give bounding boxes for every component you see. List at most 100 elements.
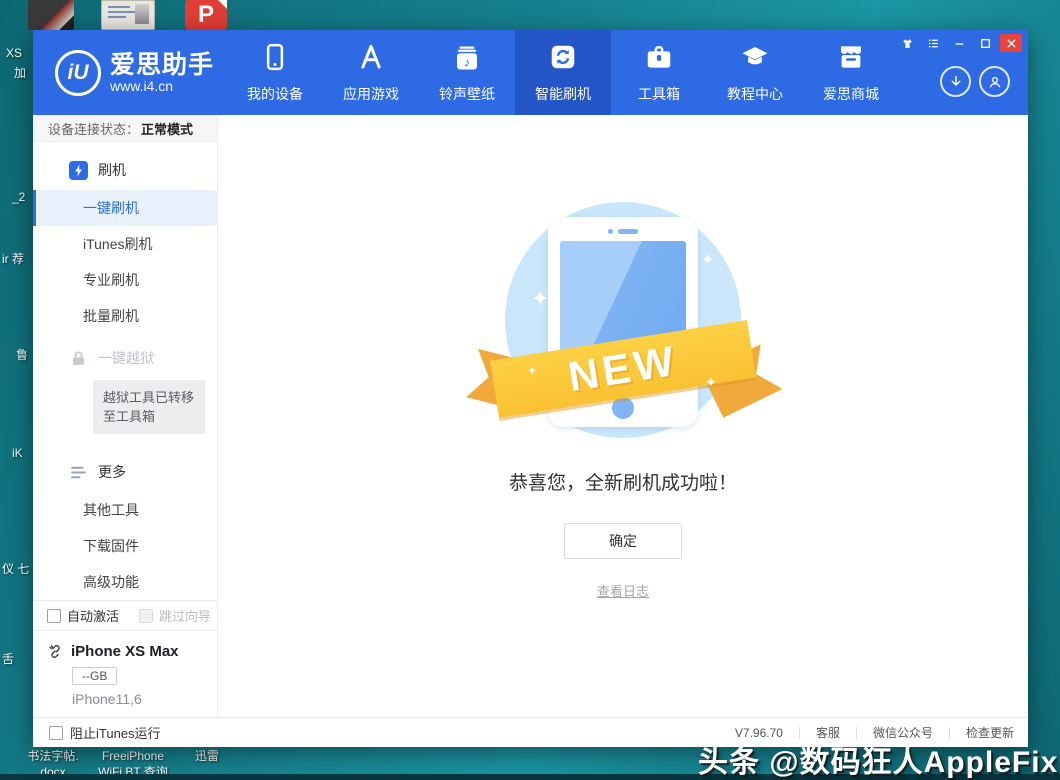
nav-label: 我的设备 (247, 84, 303, 104)
nav-label: 工具箱 (638, 84, 680, 104)
sidebar-section-label: 刷机 (98, 160, 126, 180)
idcard-photo (135, 4, 149, 24)
toolbox-icon (644, 42, 674, 77)
sidebar-item-download-firmware[interactable]: 下载固件 (33, 528, 217, 564)
sidebar: 设备连接状态： 正常模式 刷机 一键刷机 iTunes刷机 专业刷机 批量刷机 … (33, 115, 218, 717)
tab-my-devices[interactable]: 我的设备 (227, 30, 323, 115)
sidebar-menu: 刷机 一键刷机 iTunes刷机 专业刷机 批量刷机 一键越狱 越狱工具已转移至… (33, 142, 217, 600)
brand-text: 爱思助手 www.i4.cn (110, 52, 214, 94)
tab-i4-store[interactable]: 爱思商城 (803, 30, 899, 115)
tutorial-center-icon (740, 42, 770, 77)
download-icon[interactable] (940, 66, 971, 97)
desktop-edge-fragment: ir 荐 (2, 250, 24, 267)
device-name: iPhone XS Max (71, 643, 179, 660)
sparkle-icon: ✦ (531, 286, 549, 312)
sidebar-item-advanced-features[interactable]: 高级功能 (33, 564, 217, 600)
desktop-edge-fragment: XS (6, 46, 22, 60)
success-illustration: ✦ ✦ ✦ NEW ✦ ✦ (493, 202, 753, 442)
ringtone-wallpaper-icon: ♪ (452, 42, 482, 77)
block-itunes-label: 阻止iTunes运行 (70, 723, 161, 742)
view-log-link[interactable]: 查看日志 (597, 581, 649, 600)
nav-label: 应用游戏 (343, 84, 399, 104)
nav-label: 爱思商城 (823, 84, 879, 104)
new-ribbon: NEW ✦ ✦ (479, 330, 767, 410)
close-icon[interactable] (1000, 34, 1022, 52)
sidebar-item-itunes-flash[interactable]: iTunes刷机 (33, 226, 217, 262)
app-header: iU 爱思助手 www.i4.cn 我的设备 应用游戏 ♪ (33, 30, 1028, 115)
smart-flash-icon (548, 42, 578, 77)
skip-wizard-checkbox[interactable] (139, 609, 153, 623)
menu-list-icon[interactable] (922, 34, 944, 52)
sidebar-item-pro-flash[interactable]: 专业刷机 (33, 262, 217, 298)
p-app-letter: P (198, 1, 214, 28)
nav-label: 智能刷机 (535, 84, 591, 104)
sidebar-item-one-click-flash[interactable]: 一键刷机 (33, 190, 217, 226)
svg-text:♪: ♪ (464, 55, 470, 69)
block-itunes-checkbox[interactable] (49, 726, 63, 740)
device-model: iPhone11,6 (72, 691, 217, 707)
app-body: 设备连接状态： 正常模式 刷机 一键刷机 iTunes刷机 专业刷机 批量刷机 … (33, 115, 1028, 717)
desktop-edge-fragment: _2 (12, 190, 25, 204)
device-info: iPhone XS Max --GB iPhone11,6 (33, 630, 217, 717)
desktop-icon-label[interactable]: 迅雷 (182, 748, 232, 764)
idcard-line (108, 6, 130, 8)
brand[interactable]: iU 爱思助手 www.i4.cn (55, 50, 227, 96)
desktop-edge-fragment: 仪 七 (2, 560, 29, 577)
brand-url: www.i4.cn (110, 78, 214, 94)
block-itunes-option: 阻止iTunes运行 (49, 723, 161, 742)
idcard-line (108, 11, 136, 13)
main-content: ✦ ✦ ✦ NEW ✦ ✦ (218, 115, 1028, 717)
user-account-icon[interactable] (979, 66, 1010, 97)
more-icon (69, 463, 88, 482)
skin-icon[interactable] (896, 34, 918, 52)
sidebar-item-label: 一键越狱 (98, 348, 154, 368)
idcard-line (108, 16, 126, 18)
p-app-fold (218, 0, 227, 9)
sidebar-section-flash: 刷机 (33, 150, 217, 190)
flash-icon (69, 161, 88, 180)
auto-activate-label: 自动激活 (67, 606, 119, 625)
skip-wizard-label: 跳过向导 (159, 606, 211, 625)
success-message: 恭喜您，全新刷机成功啦！ (509, 468, 737, 495)
device-capacity-badge: --GB (72, 667, 117, 685)
maximize-icon[interactable] (974, 34, 996, 52)
sidebar-item-batch-flash[interactable]: 批量刷机 (33, 298, 217, 334)
tab-smart-flash[interactable]: 智能刷机 (515, 30, 611, 115)
brand-name: 爱思助手 (110, 52, 214, 78)
sidebar-item-other-tools[interactable]: 其他工具 (33, 492, 217, 528)
sidebar-item-jailbreak: 一键越狱 (33, 334, 217, 378)
desktop-edge-fragment: iK (12, 446, 23, 460)
activation-options: 自动激活 跳过向导 (33, 600, 217, 630)
new-badge-text: NEW (565, 337, 681, 402)
tab-tutorial-center[interactable]: 教程中心 (707, 30, 803, 115)
desktop-icon-idcard[interactable] (101, 0, 155, 30)
nav-label: 教程中心 (727, 84, 783, 104)
sparkle-icon: ✦ (705, 374, 717, 391)
desktop-icon-p-app[interactable]: P (185, 0, 227, 30)
sparkle-icon: ✦ (527, 364, 537, 378)
jailbreak-note: 越狱工具已转移至工具箱 (93, 380, 205, 434)
minimize-icon[interactable] (948, 34, 970, 52)
watermark-text: 头条 @数码狂人AppleFix (698, 737, 1058, 780)
tab-ringtones-wallpapers[interactable]: ♪ 铃声壁纸 (419, 30, 515, 115)
broken-link-icon (47, 643, 64, 660)
sidebar-section-more: 更多 (33, 452, 217, 492)
desktop-edge-fragment: 舌 (2, 650, 14, 667)
connection-status-label: 设备连接状态： (48, 119, 139, 138)
desktop-icon-photo[interactable] (28, 0, 74, 30)
desktop-edge-fragment: 鲁 (16, 346, 28, 363)
app-games-icon (356, 42, 386, 77)
i4-logo: iU (55, 50, 101, 96)
connection-status: 设备连接状态： 正常模式 (33, 115, 217, 142)
i4-tools-window: iU 爱思助手 www.i4.cn 我的设备 应用游戏 ♪ (33, 30, 1028, 747)
header-quick-actions (940, 66, 1010, 97)
window-controls (896, 33, 1022, 53)
sidebar-section-label: 更多 (98, 462, 126, 482)
connection-status-value: 正常模式 (141, 119, 193, 138)
confirm-button[interactable]: 确定 (564, 523, 682, 559)
tab-toolbox[interactable]: 工具箱 (611, 30, 707, 115)
my-device-icon (260, 42, 290, 77)
auto-activate-checkbox[interactable] (47, 609, 61, 623)
tab-apps-games[interactable]: 应用游戏 (323, 30, 419, 115)
lock-icon (69, 349, 88, 368)
